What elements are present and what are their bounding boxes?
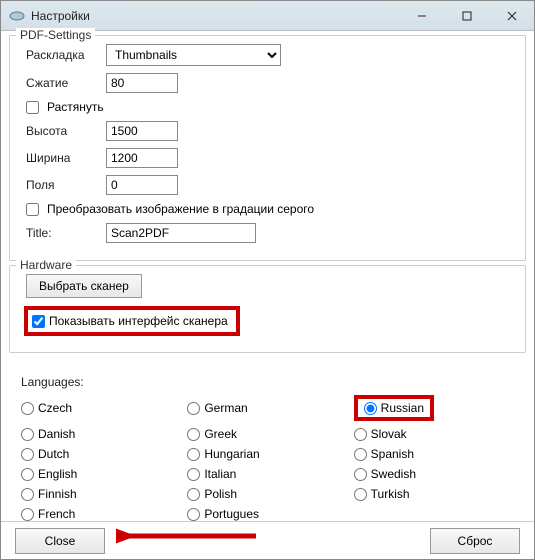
app-icon xyxy=(9,8,25,24)
maximize-button[interactable] xyxy=(444,1,489,30)
language-radio-english[interactable] xyxy=(21,468,34,481)
language-radio-czech[interactable] xyxy=(21,402,34,415)
languages-grid: Czech German Russian Danish Greek Slovak Dutch… xyxy=(21,395,514,521)
show-interface-label: Показывать интерфейс сканера xyxy=(49,314,228,328)
language-label: Finnish xyxy=(38,487,77,501)
language-item[interactable]: Danish xyxy=(21,427,181,441)
language-radio-spanish[interactable] xyxy=(354,448,367,461)
titlebar: Настройки xyxy=(1,1,534,31)
width-input[interactable] xyxy=(106,148,178,168)
language-radio-turkish[interactable] xyxy=(354,488,367,501)
language-label: Czech xyxy=(38,401,72,415)
stretch-label: Растянуть xyxy=(47,100,104,114)
highlight-show-interface: Показывать интерфейс сканера xyxy=(24,306,240,336)
margins-input[interactable] xyxy=(106,175,178,195)
languages-group: Languages: Czech German Russian Danish Greek… xyxy=(9,375,526,521)
language-radio-german[interactable] xyxy=(187,402,200,415)
layout-label: Раскладка xyxy=(20,48,106,62)
language-label: Italian xyxy=(204,467,236,481)
content: PDF-Settings Раскладка Thumbnails Сжатие… xyxy=(1,31,534,521)
window-buttons xyxy=(399,1,534,30)
language-label: Spanish xyxy=(371,447,414,461)
language-item[interactable]: French xyxy=(21,507,181,521)
width-label: Ширина xyxy=(20,151,106,165)
language-item[interactable]: German xyxy=(187,395,347,421)
close-window-button[interactable] xyxy=(489,1,534,30)
language-radio-danish[interactable] xyxy=(21,428,34,441)
select-scanner-button[interactable]: Выбрать сканер xyxy=(26,274,142,298)
pdf-settings-group: PDF-Settings Раскладка Thumbnails Сжатие… xyxy=(9,35,526,261)
language-label: Turkish xyxy=(371,487,410,501)
window-title: Настройки xyxy=(31,9,399,23)
language-item[interactable]: Swedish xyxy=(354,467,514,481)
language-radio-french[interactable] xyxy=(21,508,34,521)
languages-label: Languages: xyxy=(21,375,514,389)
language-label: English xyxy=(38,467,77,481)
language-item[interactable]: Hungarian xyxy=(187,447,347,461)
language-label: Swedish xyxy=(371,467,416,481)
settings-window: Настройки PDF-Settings Раскладка Thumbna… xyxy=(0,0,535,560)
language-radio-russian[interactable] xyxy=(364,402,377,415)
hardware-legend: Hardware xyxy=(16,258,76,272)
language-label: French xyxy=(38,507,75,521)
language-label: Danish xyxy=(38,427,75,441)
footer: Close Сброс xyxy=(1,521,534,559)
language-radio-portugues[interactable] xyxy=(187,508,200,521)
compress-input[interactable] xyxy=(106,73,178,93)
language-label: German xyxy=(204,401,247,415)
language-item[interactable]: Italian xyxy=(187,467,347,481)
title-label: Title: xyxy=(20,226,106,240)
language-label: Greek xyxy=(204,427,237,441)
highlight-selected-language: Russian xyxy=(354,395,434,421)
language-item[interactable]: Slovak xyxy=(354,427,514,441)
language-item[interactable]: Spanish xyxy=(354,447,514,461)
language-radio-italian[interactable] xyxy=(187,468,200,481)
pdf-legend: PDF-Settings xyxy=(16,28,95,42)
hardware-group: Hardware Выбрать сканер Показывать интер… xyxy=(9,265,526,353)
language-radio-hungarian[interactable] xyxy=(187,448,200,461)
language-radio-dutch[interactable] xyxy=(21,448,34,461)
grayscale-label: Преобразовать изображение в градации сер… xyxy=(47,202,314,216)
language-item[interactable]: Polish xyxy=(187,487,347,501)
language-label: Hungarian xyxy=(204,447,259,461)
language-item[interactable]: Portugues xyxy=(187,507,347,521)
minimize-button[interactable] xyxy=(399,1,444,30)
language-label: Russian xyxy=(381,401,424,415)
language-item[interactable]: Finnish xyxy=(21,487,181,501)
language-radio-slovak[interactable] xyxy=(354,428,367,441)
language-radio-polish[interactable] xyxy=(187,488,200,501)
language-item[interactable]: Czech xyxy=(21,395,181,421)
margins-label: Поля xyxy=(20,178,106,192)
height-label: Высота xyxy=(20,124,106,138)
language-item[interactable]: Turkish xyxy=(354,487,514,501)
language-item[interactable]: English xyxy=(21,467,181,481)
close-button[interactable]: Close xyxy=(15,528,105,554)
language-label: Polish xyxy=(204,487,237,501)
stretch-checkbox[interactable] xyxy=(26,101,39,114)
grayscale-checkbox[interactable] xyxy=(26,203,39,216)
language-radio-finnish[interactable] xyxy=(21,488,34,501)
language-item[interactable]: Dutch xyxy=(21,447,181,461)
language-label: Slovak xyxy=(371,427,407,441)
language-radio-greek[interactable] xyxy=(187,428,200,441)
language-radio-swedish[interactable] xyxy=(354,468,367,481)
language-label: Dutch xyxy=(38,447,69,461)
layout-select[interactable]: Thumbnails xyxy=(106,44,281,66)
show-interface-checkbox[interactable] xyxy=(32,315,45,328)
language-item[interactable]: Greek xyxy=(187,427,347,441)
height-input[interactable] xyxy=(106,121,178,141)
reset-button[interactable]: Сброс xyxy=(430,528,520,554)
compress-label: Сжатие xyxy=(20,76,106,90)
title-input[interactable] xyxy=(106,223,256,243)
language-label: Portugues xyxy=(204,507,259,521)
